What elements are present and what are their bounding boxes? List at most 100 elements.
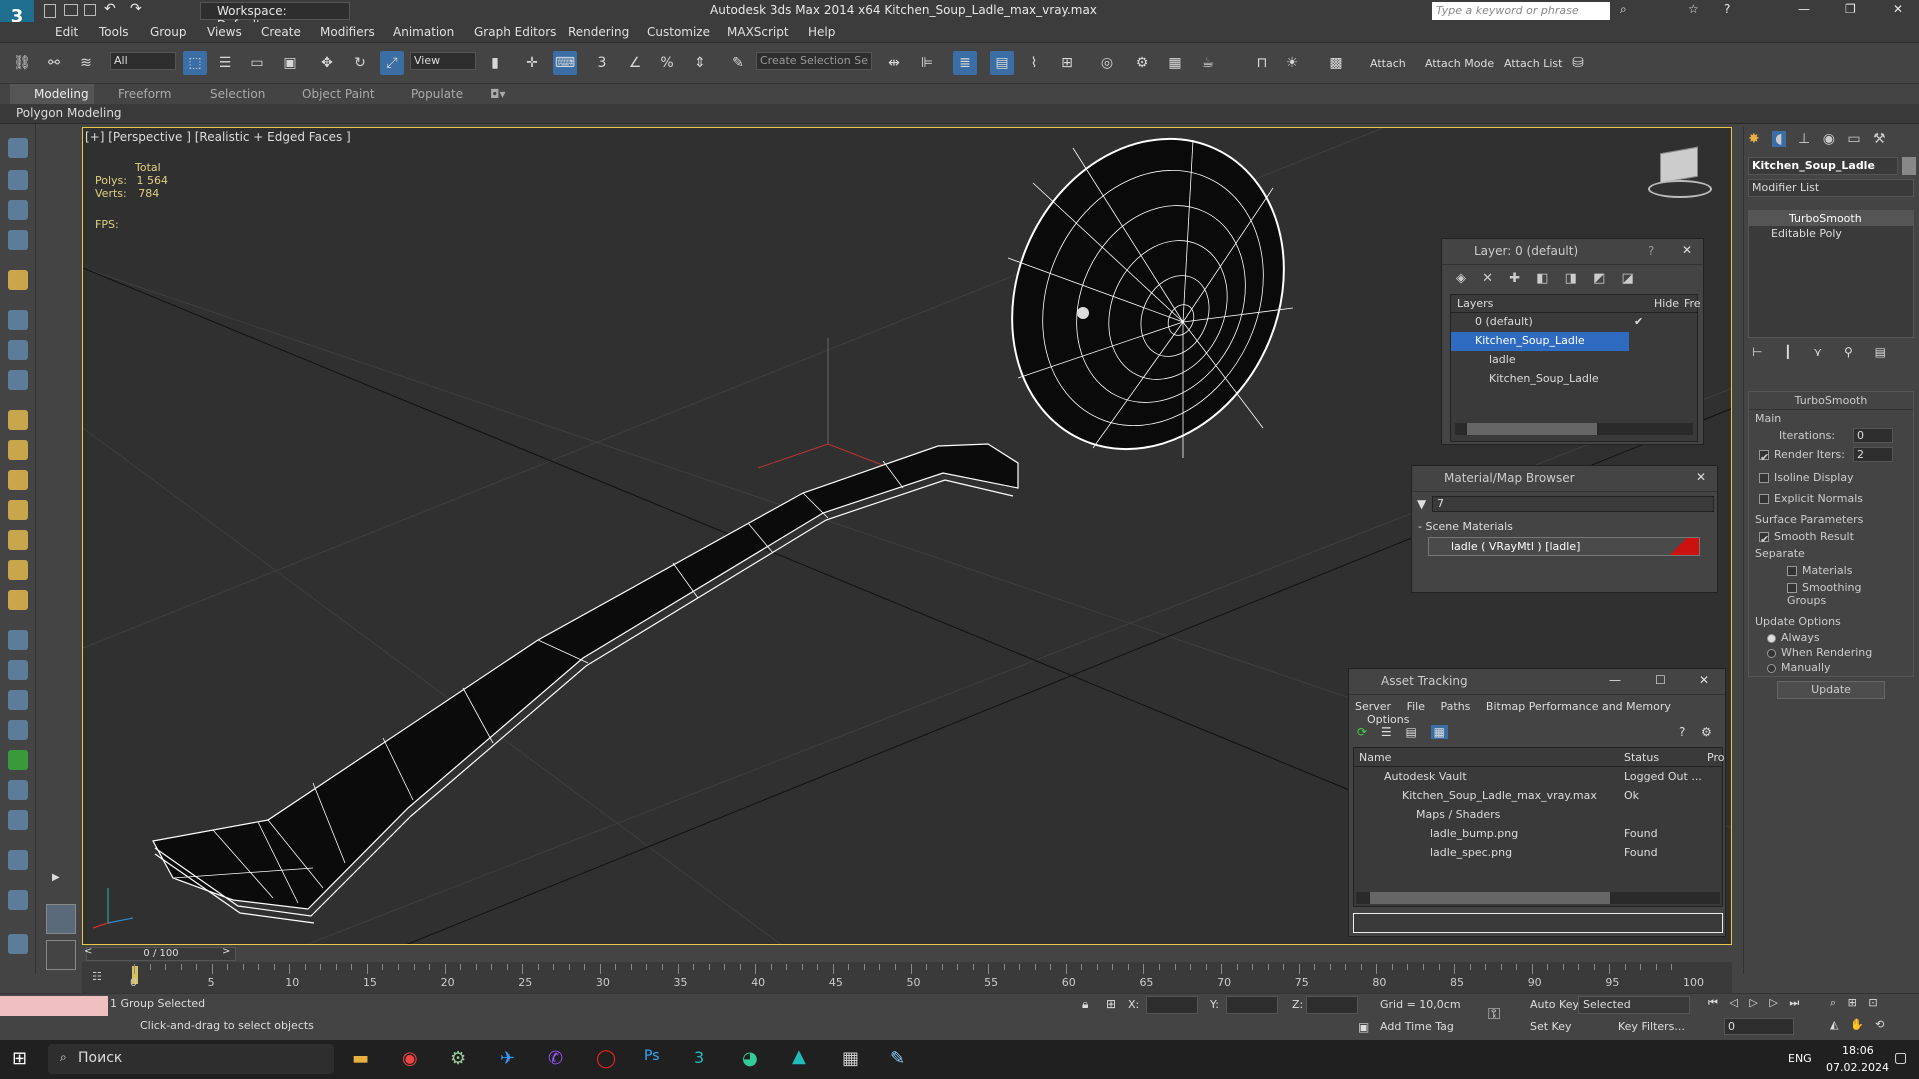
search-box[interactable]: Type a keyword or phrase (1432, 2, 1610, 20)
goto-start-icon[interactable]: ⏮ (1708, 996, 1718, 1009)
asset-col-name[interactable]: Name (1359, 751, 1391, 764)
polygon-modeling-label[interactable]: Polygon Modeling (16, 106, 122, 120)
layer-manager-icon[interactable]: ≣ (953, 51, 977, 75)
asset-scrollbar[interactable] (1356, 892, 1720, 904)
show-end-result-icon[interactable]: ┃ (1784, 345, 1791, 359)
pin-stack-icon[interactable]: ⊢ (1752, 345, 1762, 359)
box-icon[interactable] (8, 410, 28, 430)
menu-rendering[interactable]: Rendering (568, 25, 629, 39)
scale-icon[interactable]: ⤢ (380, 51, 404, 75)
display-tab-icon[interactable]: ▭ (1847, 131, 1860, 147)
dots-icon[interactable] (8, 810, 28, 830)
freeze-column-header[interactable]: Fre (1684, 297, 1701, 310)
asset-row-maps[interactable]: Maps / Shaders (1354, 805, 1722, 824)
close-icon[interactable]: ✕ (1893, 2, 1903, 16)
menu-help[interactable]: Help (808, 25, 835, 39)
star-icon[interactable]: ☆ (1688, 2, 1699, 16)
pivot-icon[interactable]: ▮ (483, 51, 507, 75)
curve-editor-icon[interactable]: ⌇ (1022, 51, 1046, 75)
menu-maxscript[interactable]: MAXScript (727, 25, 789, 39)
grid-icon[interactable] (8, 230, 28, 250)
redo-icon[interactable]: ↷ (130, 1, 142, 17)
layer-new-icon[interactable]: ◈ (1456, 271, 1466, 286)
time-next-icon[interactable]: > (222, 946, 230, 957)
manipulate-icon[interactable]: ✛ (520, 51, 544, 75)
opera-icon[interactable]: ◯ (596, 1048, 616, 1069)
windows-start-icon[interactable]: ⊞ (12, 1048, 27, 1069)
snap-toggle-icon[interactable]: 3 (590, 51, 614, 75)
menu-edit[interactable]: Edit (55, 25, 78, 39)
notification-icon[interactable]: ▢ (1894, 1050, 1907, 1066)
tab-object-paint[interactable]: Object Paint (302, 87, 375, 101)
move-icon[interactable]: ✥ (315, 51, 339, 75)
auto-key-button[interactable]: Auto Key (1530, 998, 1579, 1011)
globe-icon[interactable] (8, 850, 28, 870)
reference-coord-dropdown[interactable]: View (410, 52, 476, 70)
scene-materials-header[interactable]: - Scene Materials (1418, 520, 1513, 533)
object-color-swatch[interactable] (1902, 157, 1916, 175)
undo-icon[interactable]: ↶ (104, 1, 116, 17)
tab-selection[interactable]: Selection (210, 87, 265, 101)
expand-arrow-icon[interactable]: ▶ (52, 872, 60, 883)
material-editor-icon[interactable]: ◎ (1095, 51, 1119, 75)
plant-icon[interactable] (8, 750, 28, 770)
menu-views[interactable]: Views (207, 25, 242, 39)
torus-icon[interactable] (8, 500, 28, 520)
update-button[interactable]: Update (1777, 681, 1885, 699)
edge-icon[interactable]: ◕ (742, 1048, 758, 1069)
asset-maximize-icon[interactable]: ☐ (1655, 673, 1666, 687)
color-icon[interactable] (8, 890, 28, 910)
stack-item-editable-poly[interactable]: Editable Poly (1749, 226, 1913, 241)
save-icon[interactable] (84, 4, 96, 16)
timeline-ruler[interactable]: ☷ 0 5 10 15 20 25 30 35 40 45 50 55 60 65 70 75 80 85 90 95… (82, 962, 1732, 994)
stack-item-turbosmooth[interactable]: TurboSmooth (1749, 211, 1913, 226)
layer-row-default[interactable]: 0 (default) ✔ (1451, 313, 1697, 332)
bind-spacewarp-icon[interactable]: ≋ (74, 51, 98, 75)
list-icon[interactable] (8, 200, 28, 220)
menu-create[interactable]: Create (261, 25, 301, 39)
hair-icon[interactable] (8, 780, 28, 800)
menu-tools[interactable]: Tools (99, 25, 129, 39)
smoothing-groups-checkbox[interactable] (1787, 583, 1797, 593)
maxscript-listener[interactable] (0, 996, 108, 1016)
key-icon[interactable]: ⚿ (1488, 1004, 1500, 1024)
current-frame-field[interactable] (1724, 1018, 1794, 1035)
next-frame-icon[interactable]: ▷ (1769, 996, 1777, 1009)
asset-path-field[interactable] (1353, 913, 1723, 933)
isoline-checkbox[interactable] (1759, 473, 1769, 483)
always-radio[interactable] (1767, 633, 1776, 643)
asset-refresh-icon[interactable]: ⟳ (1357, 725, 1367, 739)
asset-menu-server[interactable]: Server (1355, 700, 1391, 713)
tab-modeling[interactable]: Modeling (34, 87, 89, 101)
grid-app-icon[interactable]: ▦ (842, 1048, 859, 1069)
asset-row-vault[interactable]: Autodesk Vault Logged Out ... (1354, 767, 1722, 786)
vray-icon[interactable]: ⊓ (1250, 51, 1274, 75)
when-rendering-radio[interactable] (1767, 648, 1776, 658)
bones-icon[interactable] (8, 660, 28, 680)
motion-tab-icon[interactable]: ◉ (1823, 131, 1835, 147)
goto-end-icon[interactable]: ⏭ (1789, 996, 1799, 1009)
layer-hide-all-icon[interactable]: ◩ (1593, 271, 1605, 286)
angle-snap-icon[interactable]: ∠ (623, 51, 647, 75)
layer-help-button[interactable]: ? (1648, 244, 1654, 258)
clock-date[interactable]: 07.02.2024 (1826, 1061, 1889, 1074)
asset-detail-icon[interactable]: ▤ (1405, 725, 1416, 739)
3dsmax-active-icon[interactable]: ▲ (792, 1046, 806, 1067)
bulb-icon[interactable] (8, 270, 28, 290)
x-coord-field[interactable] (1146, 996, 1198, 1014)
trash-icon[interactable] (8, 934, 28, 954)
unlink-icon[interactable]: ⚯ (42, 51, 66, 75)
modifier-list-dropdown[interactable]: Modifier List (1748, 179, 1914, 197)
create-tab-icon[interactable]: ✸ (1748, 131, 1760, 147)
layer-close-icon[interactable]: ✕ (1682, 243, 1692, 257)
binoculars-icon[interactable]: ⌕ (1620, 2, 1627, 17)
layer-row-kitchen-object[interactable]: Kitchen_Soup_Ladle (1451, 370, 1697, 389)
fov-icon[interactable]: ◭ (1830, 1018, 1838, 1031)
play-icon[interactable]: ▷ (1749, 996, 1757, 1009)
light-icon[interactable]: ☀ (1280, 51, 1304, 75)
taskbar-search[interactable]: Поиск (48, 1044, 334, 1074)
turbosmooth-rollout-header[interactable]: TurboSmooth (1749, 392, 1913, 410)
3dsmax-icon[interactable]: 3 (694, 1048, 704, 1067)
menu-animation[interactable]: Animation (393, 25, 454, 39)
time-slider-handle[interactable]: 0 / 100 (86, 947, 236, 961)
